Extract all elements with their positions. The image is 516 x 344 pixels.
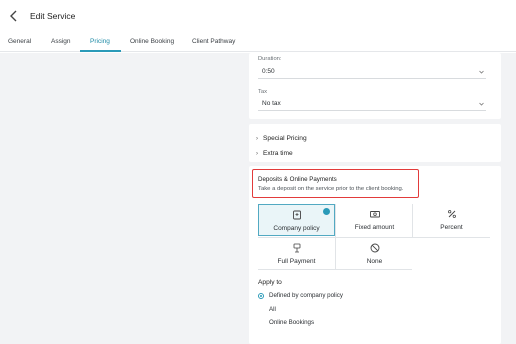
check-icon bbox=[323, 208, 330, 215]
top-bar: Edit Service bbox=[0, 0, 516, 34]
none-icon bbox=[370, 243, 379, 253]
duration-select[interactable]: 0:50 bbox=[262, 68, 275, 75]
apply-online-bookings-option[interactable]: Online Bookings bbox=[269, 319, 314, 326]
option-label: Fixed amount bbox=[354, 224, 395, 231]
chevron-down-icon[interactable] bbox=[479, 102, 484, 106]
defined-by-policy-label[interactable]: Defined by company policy bbox=[269, 292, 343, 299]
option-label: None bbox=[366, 258, 383, 265]
option-full-payment[interactable]: Full Payment bbox=[258, 238, 335, 270]
option-label: Percent bbox=[440, 224, 463, 231]
option-label: Full Payment bbox=[277, 258, 316, 265]
tax-underline bbox=[258, 110, 486, 111]
page-title: Edit Service bbox=[30, 11, 76, 21]
option-fixed-amount[interactable]: Fixed amount bbox=[336, 204, 413, 236]
chevron-right-icon: › bbox=[256, 151, 258, 157]
apply-all-option[interactable]: All bbox=[269, 306, 276, 313]
policy-icon bbox=[292, 210, 301, 220]
tax-label: Tax bbox=[258, 89, 268, 95]
option-none[interactable]: None bbox=[336, 238, 413, 270]
duration-label: Duration: bbox=[258, 56, 282, 62]
defined-by-policy-radio[interactable] bbox=[258, 293, 264, 299]
active-tab-indicator bbox=[80, 50, 121, 52]
extra-time-expander[interactable]: › Extra time bbox=[256, 150, 293, 157]
option-company-policy[interactable]: Company policy bbox=[258, 204, 335, 236]
tax-select[interactable]: No tax bbox=[262, 100, 281, 107]
duration-underline bbox=[258, 78, 486, 79]
chevron-down-icon[interactable] bbox=[479, 70, 484, 74]
extra-time-label: Extra time bbox=[263, 150, 293, 157]
deposits-description: Take a deposit on the service prior to t… bbox=[258, 186, 404, 192]
tab-client-pathway[interactable]: Client Pathway bbox=[192, 38, 235, 45]
special-pricing-expander[interactable]: › Special Pricing bbox=[256, 135, 307, 142]
apply-to-title: Apply to bbox=[258, 279, 282, 286]
back-icon[interactable] bbox=[8, 9, 20, 23]
cash-icon bbox=[369, 211, 380, 218]
percent-icon bbox=[447, 210, 456, 218]
option-percent[interactable]: Percent bbox=[413, 204, 490, 236]
tab-general[interactable]: General bbox=[8, 38, 31, 45]
tab-online-booking[interactable]: Online Booking bbox=[130, 38, 174, 45]
chevron-right-icon: › bbox=[256, 136, 258, 142]
tab-assign[interactable]: Assign bbox=[51, 38, 71, 45]
person-pay-icon bbox=[293, 243, 300, 253]
option-label: Company policy bbox=[273, 225, 320, 232]
tab-bar: General Assign Pricing Online Booking Cl… bbox=[0, 34, 516, 52]
highlight-box bbox=[252, 169, 419, 198]
deposits-title: Deposits & Online Payments bbox=[258, 176, 337, 183]
tab-pricing[interactable]: Pricing bbox=[90, 38, 110, 45]
special-pricing-label: Special Pricing bbox=[263, 135, 307, 142]
